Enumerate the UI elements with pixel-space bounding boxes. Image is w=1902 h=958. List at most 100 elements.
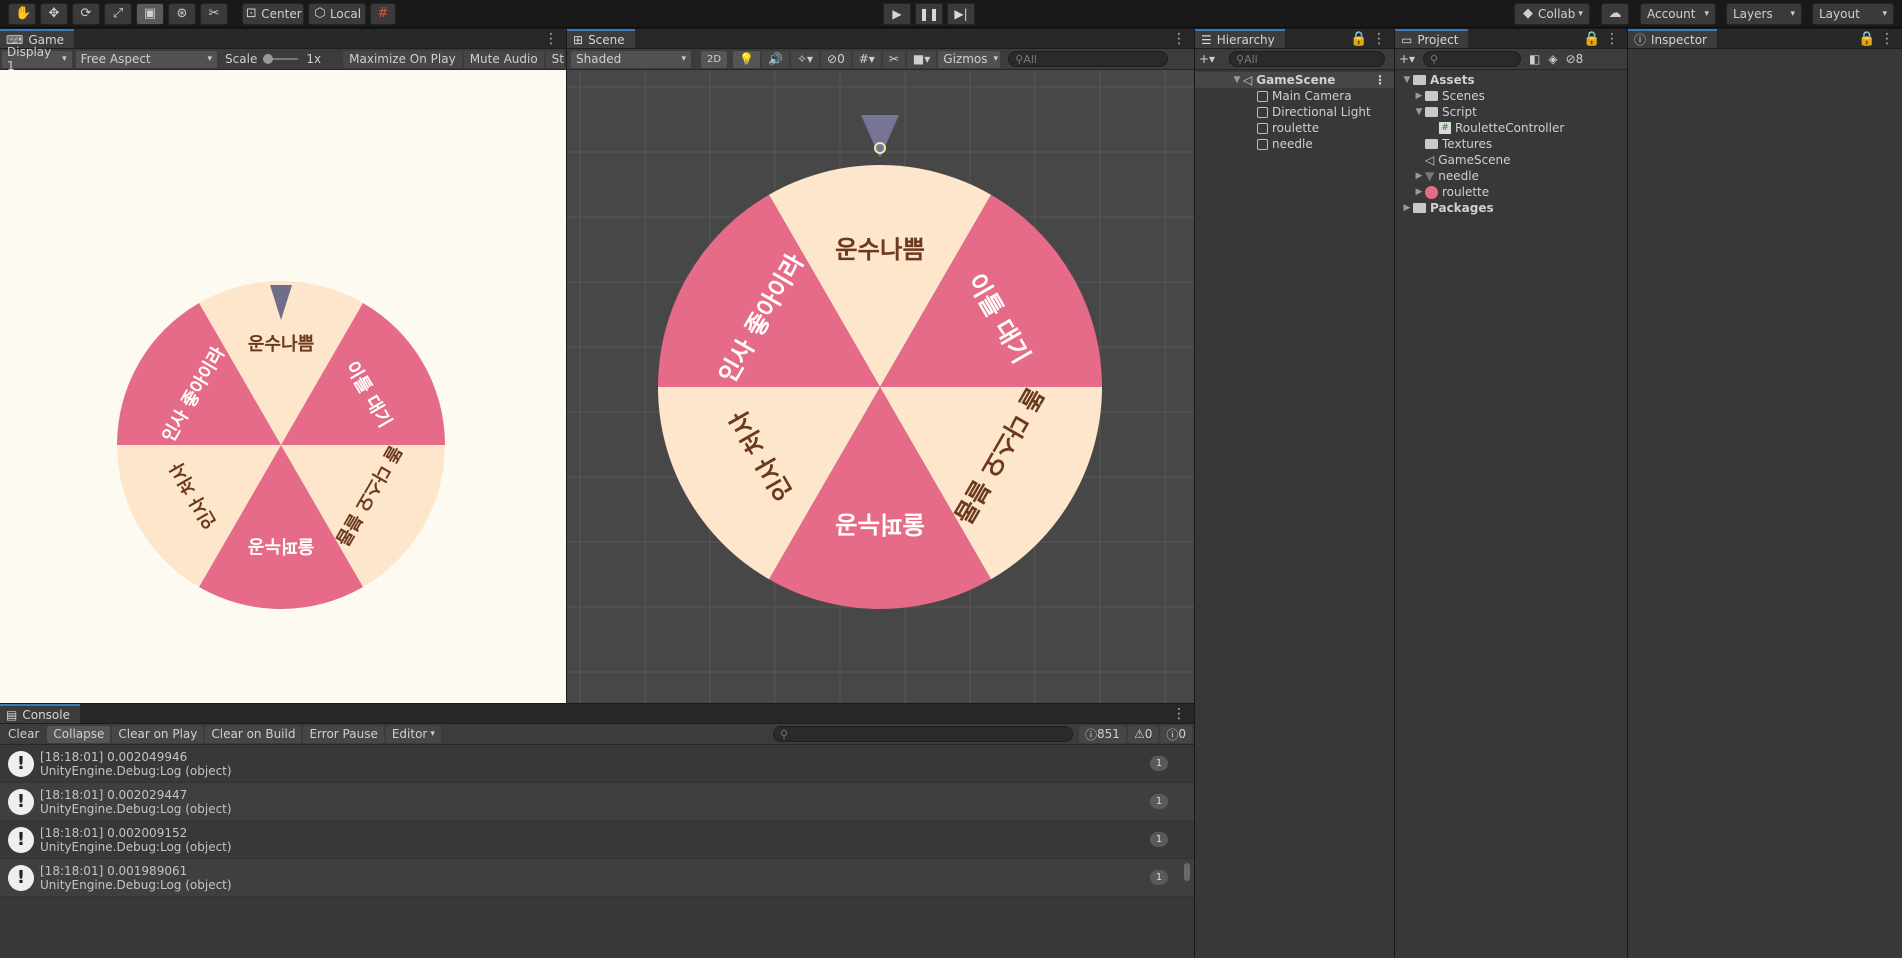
collapse-button[interactable]: Collapse bbox=[47, 725, 111, 743]
error-filter-toggle[interactable]: ⓘ 851 bbox=[1079, 725, 1126, 743]
console-scrollbar[interactable] bbox=[1182, 745, 1192, 895]
kebab-menu-icon[interactable]: ⋮ bbox=[1164, 29, 1194, 48]
rect-tool-button[interactable]: ▣ bbox=[136, 3, 164, 25]
filter-label-icon[interactable]: ◈ bbox=[1548, 52, 1557, 66]
project-folder-packages[interactable]: ▶ Packages bbox=[1395, 200, 1627, 216]
pause-button[interactable]: ❚❚ bbox=[915, 3, 943, 25]
account-dropdown[interactable]: Account ▾ bbox=[1640, 3, 1716, 25]
create-asset-button[interactable]: +▾ bbox=[1399, 52, 1423, 66]
transform-tool-button[interactable]: ⊛ bbox=[168, 3, 196, 25]
tab-console[interactable]: ▤ Console bbox=[0, 704, 80, 723]
effects-toggle[interactable]: ✧▾ bbox=[790, 50, 820, 68]
pivot-center-button[interactable]: ⊡ Center bbox=[242, 3, 304, 25]
stats-button[interactable]: St bbox=[545, 50, 564, 68]
hierarchy-item-directional-light[interactable]: Directional Light bbox=[1195, 104, 1394, 120]
audio-toggle[interactable]: 🔊 bbox=[762, 50, 789, 68]
tab-project[interactable]: ▭ Project bbox=[1395, 29, 1469, 48]
kebab-menu-icon[interactable]: ⋮ bbox=[536, 29, 566, 48]
aspect-dropdown[interactable]: Free Aspect bbox=[75, 50, 218, 68]
mute-audio-button[interactable]: Mute Audio bbox=[463, 50, 544, 68]
info-filter-toggle[interactable]: ⓘ 0 bbox=[1160, 725, 1192, 743]
console-panel: ▤ Console ⋮ Clear Collapse Clear on Play … bbox=[0, 704, 1194, 958]
hierarchy-item-main-camera[interactable]: Main Camera bbox=[1195, 88, 1394, 104]
hand-tool-button[interactable]: ✋ bbox=[8, 3, 36, 25]
tools-icon: ✂ bbox=[888, 52, 899, 66]
grid-snap-button[interactable]: # bbox=[370, 3, 396, 25]
layers-dropdown[interactable]: Layers ▾ bbox=[1726, 3, 1802, 25]
scale-slider[interactable] bbox=[263, 54, 299, 64]
move-icon: ✥ bbox=[48, 6, 60, 21]
layout-dropdown[interactable]: Layout ▾ bbox=[1812, 3, 1894, 25]
tab-hierarchy[interactable]: ☰ Hierarchy bbox=[1195, 29, 1285, 48]
scene-viewport[interactable]: 운수나쁨이틀 대기똘 다스오 블롭울퍼누공인사 처사인사 좋아이라 bbox=[567, 70, 1194, 703]
cloud-button[interactable]: ☁ bbox=[1601, 3, 1629, 25]
kebab-menu-icon[interactable]: ⋮ bbox=[1374, 73, 1386, 87]
project-toolbar: +▾ ⚲ ◧ ◈ ⊘8 bbox=[1395, 49, 1627, 70]
kebab-menu-icon[interactable]: 🔒 ⋮ bbox=[1575, 29, 1627, 48]
tools-toggle[interactable]: ✂ bbox=[882, 50, 905, 68]
kebab-menu-icon[interactable]: ⋮ bbox=[1164, 704, 1194, 723]
scale-tool-button[interactable]: ⤢ bbox=[104, 3, 132, 25]
console-search-input[interactable]: ⚲ bbox=[773, 726, 1074, 742]
project-file-roulette[interactable]: ▶ roulette bbox=[1395, 184, 1627, 200]
gizmos-dropdown[interactable]: Gizmos bbox=[938, 50, 1001, 68]
move-tool-button[interactable]: ✥ bbox=[40, 3, 68, 25]
project-folder-scenes[interactable]: ▶ Scenes bbox=[1395, 88, 1627, 104]
filter-type-icon[interactable]: ◧ bbox=[1529, 52, 1540, 66]
camera-toggle[interactable]: ■▾ bbox=[906, 50, 937, 68]
warning-filter-toggle[interactable]: ⚠ 0 bbox=[1127, 725, 1159, 743]
project-file-needle[interactable]: ▶ ▼ needle bbox=[1395, 168, 1627, 184]
scene-search-input[interactable]: ⚲ All bbox=[1008, 51, 1169, 67]
project-folder-assets[interactable]: ▼ Assets bbox=[1395, 72, 1627, 88]
clear-on-build-button[interactable]: Clear on Build bbox=[205, 725, 302, 743]
editor-dropdown[interactable]: Editor ▾ bbox=[385, 725, 441, 743]
inspector-tabbar: ⓘ Inspector 🔒 ⋮ bbox=[1628, 29, 1902, 49]
play-button[interactable]: ▶ bbox=[883, 3, 911, 25]
folder-open-icon bbox=[1413, 75, 1426, 85]
step-button[interactable]: ▶| bbox=[947, 3, 975, 25]
grid-toggle[interactable]: #▾ bbox=[852, 50, 881, 68]
collab-dropdown[interactable]: ◆ Collab ▾ bbox=[1514, 3, 1590, 25]
game-viewport[interactable]: 운수나쁨이틀 대기똘 다스오 블롭울퍼누공인사 처사인사 좋아이라 bbox=[0, 70, 566, 703]
kebab-menu-icon[interactable]: 🔒 ⋮ bbox=[1342, 29, 1394, 48]
lighting-toggle[interactable]: 💡 bbox=[733, 50, 761, 68]
eye-off-icon: ⊘ bbox=[827, 52, 838, 66]
kebab-menu-icon[interactable]: 🔒 ⋮ bbox=[1850, 29, 1902, 48]
scrollbar-thumb[interactable] bbox=[1184, 863, 1190, 881]
gameobject-cube-icon bbox=[1257, 90, 1268, 102]
display-dropdown[interactable]: Display 1 bbox=[2, 45, 72, 73]
hierarchy-search-input[interactable]: ⚲ All bbox=[1229, 51, 1385, 67]
project-file-gamescene[interactable]: ◁ GameScene bbox=[1395, 152, 1627, 168]
clear-button[interactable]: Clear bbox=[2, 726, 45, 743]
console-detail-area bbox=[0, 895, 1194, 958]
pivot-local-button[interactable]: ⬡ Local bbox=[308, 3, 366, 25]
maximize-on-play-button[interactable]: Maximize On Play bbox=[343, 50, 462, 68]
project-folder-textures[interactable]: Textures bbox=[1395, 136, 1627, 152]
hierarchy-item-needle[interactable]: needle bbox=[1195, 136, 1394, 152]
project-file-roulettecontroller[interactable]: # RouletteController bbox=[1395, 120, 1627, 136]
search-icon: ⚲ bbox=[1236, 52, 1245, 66]
scale-slider-thumb[interactable] bbox=[263, 54, 274, 64]
custom-tool-button[interactable]: ✂ bbox=[200, 3, 228, 25]
project-folder-script[interactable]: ▼ Script bbox=[1395, 104, 1627, 120]
project-search-input[interactable]: ⚲ bbox=[1423, 51, 1521, 67]
hierarchy-item-roulette[interactable]: roulette bbox=[1195, 120, 1394, 136]
clear-on-play-button[interactable]: Clear on Play bbox=[112, 725, 204, 743]
log-entry[interactable]: ! [18:18:01] 0.002049946 UnityEngine.Debug… bbox=[0, 745, 1194, 783]
add-object-button[interactable]: +▾ bbox=[1199, 52, 1229, 66]
tab-inspector[interactable]: ⓘ Inspector bbox=[1628, 29, 1717, 48]
search-icon: ⚲ bbox=[1430, 52, 1439, 66]
hierarchy-scene-row[interactable]: ▼ ◁ GameScene ⋮ bbox=[1195, 72, 1394, 88]
error-pause-button[interactable]: Error Pause bbox=[303, 725, 384, 743]
log-entry[interactable]: ! [18:18:01] 0.002029447 UnityEngine.Debug… bbox=[0, 783, 1194, 821]
2d-toggle-button[interactable]: 2D bbox=[701, 50, 728, 68]
tab-scene[interactable]: ⊞ Scene bbox=[567, 29, 635, 48]
log-entry[interactable]: ! [18:18:01] 0.002009152 UnityEngine.Debug… bbox=[0, 821, 1194, 859]
log-entry[interactable]: ! [18:18:01] 0.001989061 UnityEngine.Debug… bbox=[0, 859, 1194, 897]
rotate-icon: ⟳ bbox=[80, 6, 92, 21]
rotate-tool-button[interactable]: ⟳ bbox=[72, 3, 100, 25]
hidden-objects-toggle[interactable]: ⊘ 0 bbox=[821, 50, 851, 68]
hidden-packages-toggle[interactable]: ⊘8 bbox=[1566, 52, 1584, 66]
eye-off-icon: ⊘ bbox=[1565, 52, 1576, 66]
shading-dropdown[interactable]: Shaded bbox=[571, 50, 691, 68]
